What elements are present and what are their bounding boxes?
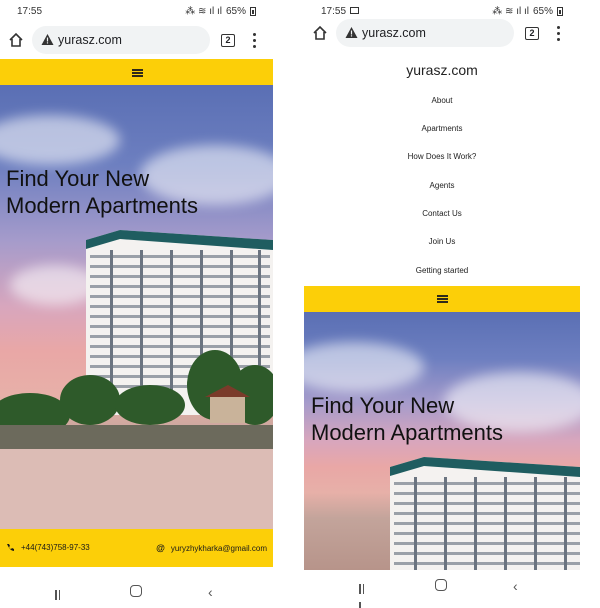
address-bar[interactable]: yurasz.com bbox=[32, 26, 210, 54]
tab-switcher-button[interactable]: 2 bbox=[525, 27, 539, 40]
recent-apps-icon[interactable] bbox=[55, 587, 65, 600]
battery-percent: 65% bbox=[225, 6, 246, 17]
status-icons: ⁂ ≋ ıl ıl 65% bbox=[492, 6, 563, 17]
url-text: yurasz.com bbox=[58, 33, 122, 47]
more-vert-icon[interactable] bbox=[250, 33, 258, 49]
warning-icon[interactable] bbox=[345, 26, 358, 39]
nav-home-icon[interactable] bbox=[130, 585, 142, 597]
hero-section: Find Your New Modern Apartments bbox=[0, 85, 273, 529]
email-address: yuryzhykharka@gmail.com bbox=[170, 543, 267, 553]
phone-icon bbox=[7, 544, 14, 551]
status-time: 17:55 bbox=[321, 6, 360, 17]
footer-email[interactable]: @ yuryzhykharka@gmail.com bbox=[156, 543, 267, 553]
phone-number: +44(743)758-97-33 bbox=[21, 543, 90, 552]
hero-heading-line2: Modern Apartments bbox=[311, 420, 503, 445]
menu-item-getting-started[interactable]: Getting started bbox=[304, 266, 580, 275]
recent-apps-icon[interactable] bbox=[359, 581, 369, 608]
back-icon[interactable]: ‹ bbox=[513, 578, 518, 594]
contact-footer: +44(743)758-97-33 @ yuryzhykharka@gmail.… bbox=[0, 529, 273, 567]
battery-icon bbox=[250, 7, 256, 16]
warning-icon[interactable] bbox=[41, 33, 54, 46]
signal-icons: ⁂ ≋ ıl ıl bbox=[492, 6, 529, 17]
menu-item-agents[interactable]: Agents bbox=[304, 181, 580, 190]
more-vert-icon[interactable] bbox=[554, 26, 562, 42]
hamburger-menu-icon[interactable] bbox=[437, 295, 448, 303]
nav-home-icon[interactable] bbox=[435, 579, 447, 591]
home-icon[interactable] bbox=[312, 25, 328, 41]
nav-menu-panel: yurasz.com About Apartments How Does It … bbox=[304, 58, 580, 286]
home-icon[interactable] bbox=[8, 32, 24, 48]
url-text: yurasz.com bbox=[362, 26, 426, 40]
phone-screen-menu-open: 17:55 ⁂ ≋ ıl ıl 65% yurasz.com 2 yurasz.… bbox=[304, 0, 580, 608]
footer-phone[interactable]: +44(743)758-97-33 bbox=[6, 543, 90, 552]
menu-item-join[interactable]: Join Us bbox=[304, 237, 580, 246]
at-sign-icon: @ bbox=[156, 543, 165, 553]
hamburger-menu-icon[interactable] bbox=[131, 69, 143, 77]
android-nav-bar: ‹ bbox=[304, 570, 580, 608]
browser-toolbar: yurasz.com 2 bbox=[0, 25, 273, 57]
status-bar: 17:55 ⁂ ≋ ıl ıl 65% bbox=[0, 0, 273, 22]
browser-toolbar: yurasz.com 2 bbox=[304, 18, 580, 50]
phone-screen-home: 17:55 ⁂ ≋ ıl ıl 65% yurasz.com 2 Find Yo… bbox=[0, 0, 273, 608]
apartment-building-image bbox=[0, 230, 273, 529]
menu-item-contact[interactable]: Contact Us bbox=[304, 209, 580, 218]
hero-heading-line2: Modern Apartments bbox=[6, 193, 198, 218]
hero-heading-line1: Find Your New bbox=[6, 166, 150, 191]
menu-item-apartments[interactable]: Apartments bbox=[304, 124, 580, 133]
status-time: 17:55 bbox=[17, 6, 43, 17]
status-icons: ⁂ ≋ ıl ıl 65% bbox=[185, 6, 256, 17]
address-bar[interactable]: yurasz.com bbox=[336, 19, 514, 47]
tab-switcher-button[interactable]: 2 bbox=[221, 34, 235, 47]
menu-item-about[interactable]: About bbox=[304, 96, 580, 105]
site-header-bar bbox=[0, 59, 273, 85]
site-title[interactable]: yurasz.com bbox=[304, 62, 580, 78]
signal-icons: ⁂ ≋ ıl ıl bbox=[185, 6, 222, 17]
hero-heading: Find Your New Modern Apartments bbox=[311, 392, 503, 446]
hero-heading: Find Your New Modern Apartments bbox=[6, 165, 198, 219]
android-nav-bar: ‹ bbox=[0, 576, 273, 608]
hero-heading-line1: Find Your New bbox=[311, 393, 455, 418]
battery-percent: 65% bbox=[532, 6, 553, 17]
apartment-building-image bbox=[390, 457, 580, 570]
site-header-bar bbox=[304, 286, 580, 312]
menu-item-how-it-works[interactable]: How Does It Work? bbox=[304, 152, 580, 161]
back-icon[interactable]: ‹ bbox=[208, 584, 213, 600]
image-notification-icon bbox=[350, 7, 360, 14]
battery-icon bbox=[557, 7, 563, 16]
hero-section: Find Your New Modern Apartments bbox=[304, 312, 580, 570]
